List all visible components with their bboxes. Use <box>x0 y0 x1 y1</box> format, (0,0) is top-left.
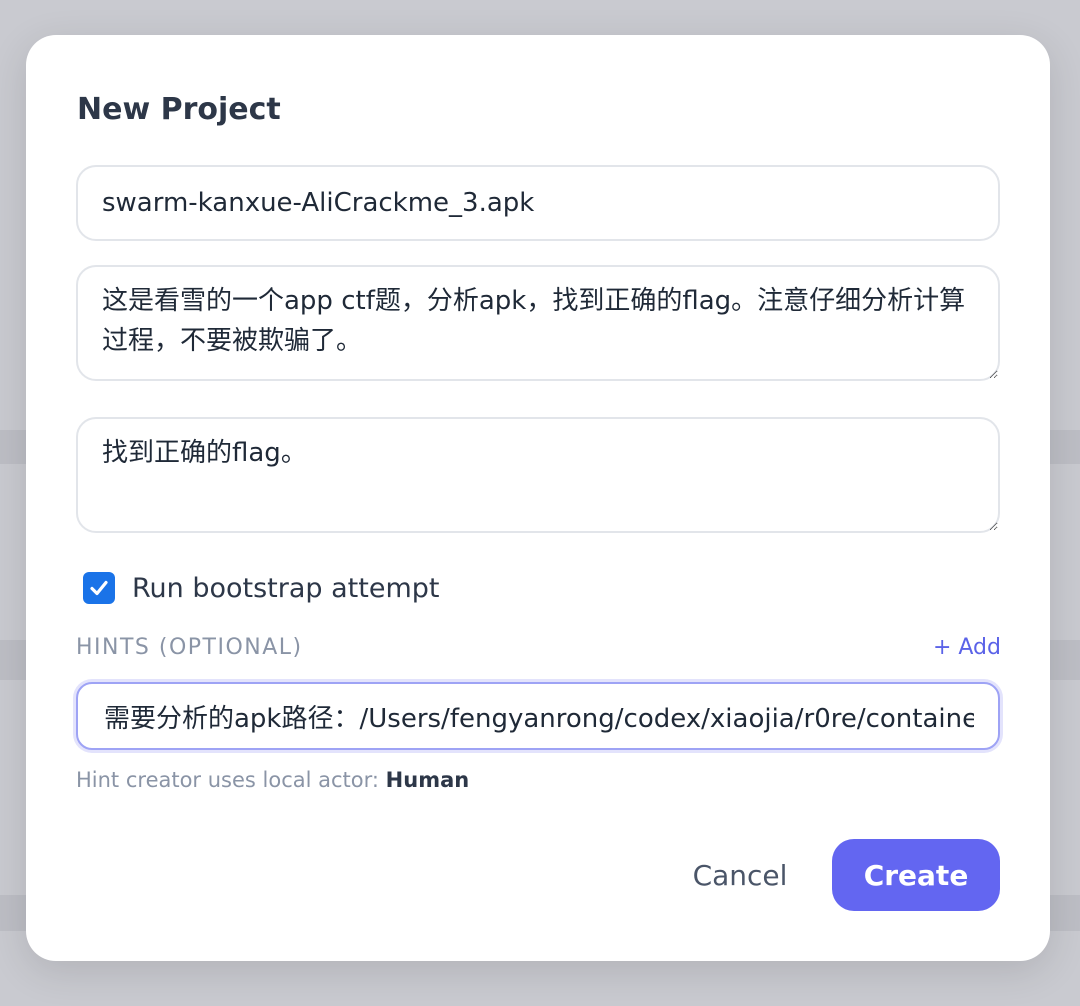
bootstrap-checkbox-label: Run bootstrap attempt <box>132 572 440 604</box>
hint-creator-actor: Human <box>385 768 470 792</box>
project-name-input[interactable] <box>76 165 1000 241</box>
create-button[interactable]: Create <box>832 839 1000 911</box>
hint-creator-info: Hint creator uses local actor: Human <box>76 768 469 792</box>
hints-section-label: HINTS (OPTIONAL) <box>76 635 303 660</box>
cancel-button[interactable]: Cancel <box>674 840 806 910</box>
project-description-textarea[interactable]: 这是看雪的一个app ctf题，分析apk，找到正确的flag。注意仔细分析计算… <box>76 265 1000 381</box>
bootstrap-checkbox[interactable] <box>83 572 115 604</box>
project-goal-textarea[interactable]: 找到正确的flag。 <box>76 417 1000 533</box>
hint-creator-text: Hint creator uses local actor: <box>76 768 379 792</box>
hint-input[interactable] <box>76 682 1000 750</box>
bootstrap-checkbox-row[interactable]: Run bootstrap attempt <box>83 568 440 608</box>
dialog-title: New Project <box>77 92 281 127</box>
checkmark-icon <box>90 580 108 596</box>
add-hint-button[interactable]: + Add <box>933 635 1001 660</box>
new-project-dialog: New Project 这是看雪的一个app ctf题，分析apk，找到正确的f… <box>26 35 1050 961</box>
